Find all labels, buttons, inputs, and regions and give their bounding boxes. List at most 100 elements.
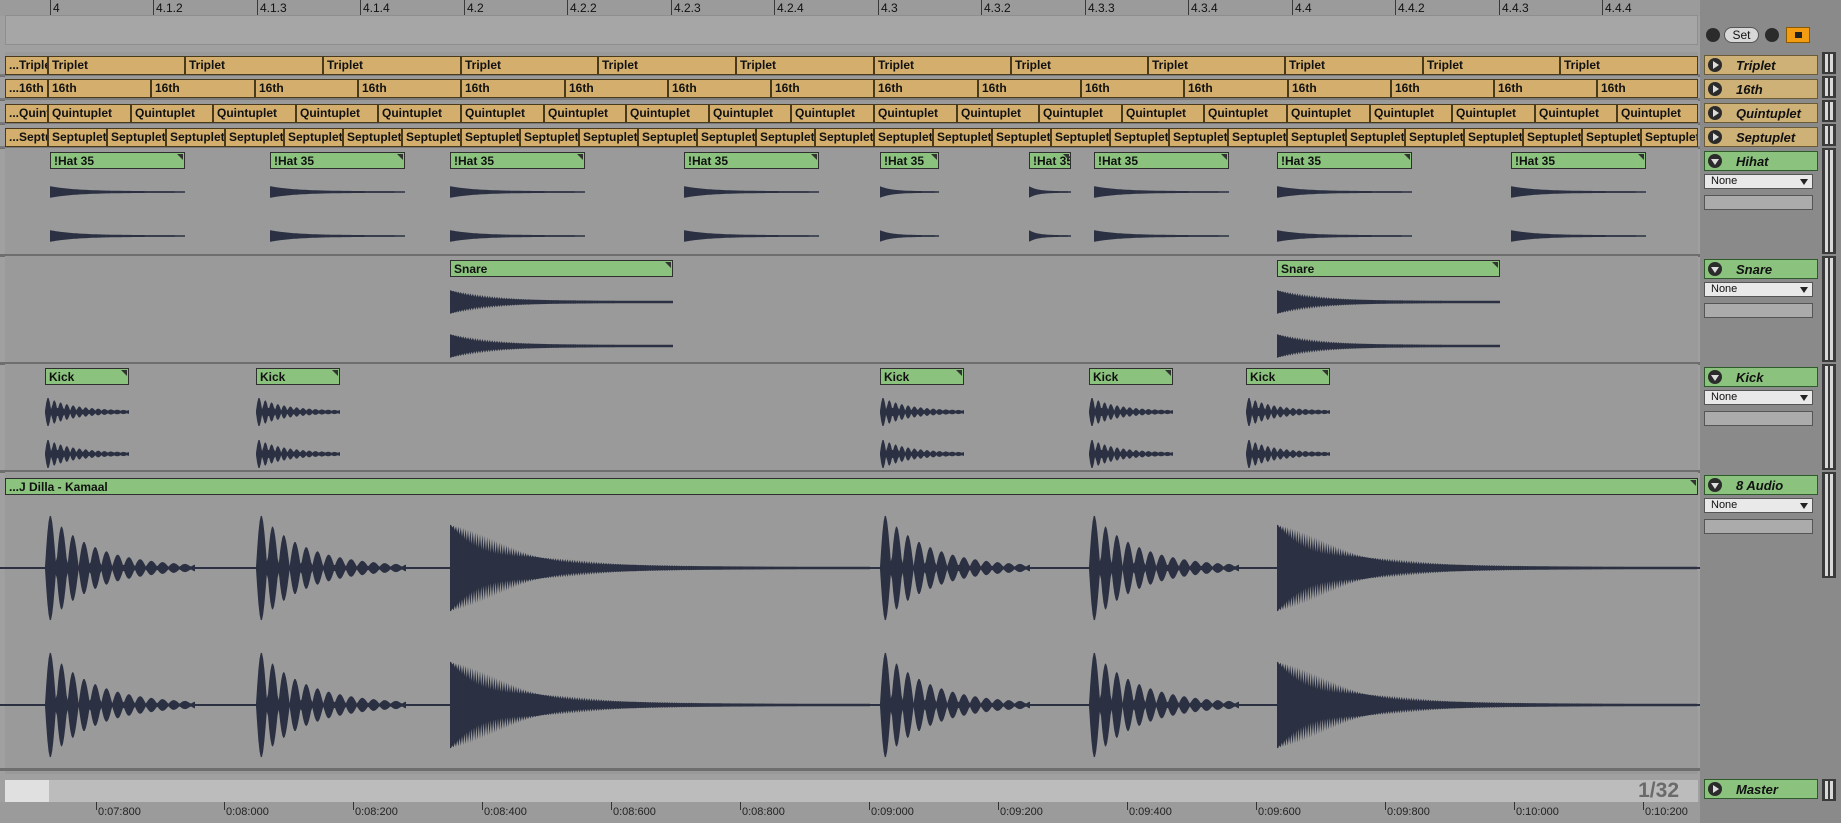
midi-clip[interactable]: 16th: [874, 79, 978, 98]
midi-clip[interactable]: Quintuplet: [378, 104, 461, 123]
midi-clip[interactable]: Septuplet: [697, 128, 756, 147]
hihat-clip[interactable]: !Hat 35: [50, 152, 185, 169]
midi-clip[interactable]: Quintuplet: [1452, 104, 1535, 123]
midi-clip[interactable]: Septuplet: [1051, 128, 1110, 147]
midi-clip[interactable]: Septuplet: [874, 128, 933, 147]
midi-clip[interactable]: 16th: [1081, 79, 1184, 98]
midi-clip[interactable]: Septuplet: [1169, 128, 1228, 147]
hihat-clip[interactable]: !Hat 35: [684, 152, 819, 169]
beat-ruler[interactable]: 4 4.1.2 4.1.3 4.1.4 4.2 4.2.2 4.2.3 4.2.4 4.3 4.3…: [0, 0, 1700, 16]
expand-icon[interactable]: [1708, 58, 1722, 72]
midi-clip[interactable]: Septuplet: [638, 128, 697, 147]
overview-bar[interactable]: [5, 780, 1698, 802]
midi-clip[interactable]: Triplet: [461, 56, 598, 75]
input-select[interactable]: None: [1704, 390, 1813, 405]
midi-clip[interactable]: 16th: [565, 79, 668, 98]
midi-clip[interactable]: Quintuplet: [1039, 104, 1122, 123]
midi-clip[interactable]: Triplet: [1011, 56, 1148, 75]
midi-clip[interactable]: Septuplet: [402, 128, 461, 147]
expand-icon[interactable]: [1708, 478, 1722, 492]
prev-locator-icon[interactable]: [1706, 28, 1720, 42]
midi-clip[interactable]: Septuplet: [1464, 128, 1523, 147]
midi-clip[interactable]: Triplet: [185, 56, 323, 75]
hihat-clip[interactable]: !Hat 35: [270, 152, 405, 169]
set-locator-button[interactable]: Set: [1724, 27, 1759, 43]
track-header-kick[interactable]: Kick: [1704, 367, 1818, 387]
overview-loop[interactable]: [5, 780, 49, 802]
hihat-clip[interactable]: !Hat 35: [880, 152, 939, 169]
expand-icon[interactable]: [1708, 82, 1722, 96]
expand-icon[interactable]: [1708, 130, 1722, 144]
scrub-area[interactable]: [5, 15, 1698, 45]
expand-icon[interactable]: [1708, 370, 1722, 384]
midi-clip[interactable]: 16th: [668, 79, 771, 98]
kick-clip[interactable]: Kick: [45, 368, 129, 385]
midi-clip[interactable]: Septuplet: [1405, 128, 1464, 147]
midi-clip[interactable]: 16th: [151, 79, 255, 98]
next-locator-icon[interactable]: [1765, 28, 1779, 42]
midi-clip[interactable]: Triplet: [1285, 56, 1423, 75]
input-channel-box[interactable]: [1704, 519, 1813, 534]
midi-clip[interactable]: Septuplet: [815, 128, 874, 147]
midi-clip[interactable]: Septuplet: [1641, 128, 1698, 147]
hihat-clip[interactable]: !Hat 35: [1511, 152, 1646, 169]
kick-clip[interactable]: Kick: [1089, 368, 1173, 385]
midi-clip[interactable]: Quintuplet: [626, 104, 709, 123]
snare-clip[interactable]: Snare: [1277, 260, 1500, 277]
midi-clip[interactable]: Triplet: [48, 56, 185, 75]
expand-icon[interactable]: [1708, 106, 1722, 120]
midi-clip[interactable]: Septuplet: [756, 128, 815, 147]
midi-clip[interactable]: ...16th: [5, 79, 48, 98]
input-select[interactable]: None: [1704, 174, 1813, 189]
track-header-septuplet[interactable]: Septuplet: [1704, 127, 1818, 147]
midi-clip[interactable]: Septuplet: [1228, 128, 1287, 147]
snare-clip[interactable]: Snare: [450, 260, 673, 277]
midi-clip[interactable]: Quintuplet: [461, 104, 544, 123]
midi-clip[interactable]: 16th: [978, 79, 1081, 98]
input-channel-box[interactable]: [1704, 411, 1813, 426]
midi-clip[interactable]: Septuplet: [1287, 128, 1346, 147]
track-header-triplet[interactable]: Triplet: [1704, 55, 1818, 75]
track-header-8-audio[interactable]: 8 Audio: [1704, 475, 1818, 495]
midi-clip[interactable]: Septuplet: [579, 128, 638, 147]
midi-clip[interactable]: Quintuplet: [1370, 104, 1452, 123]
midi-clip[interactable]: 16th: [1288, 79, 1391, 98]
kick-clip[interactable]: Kick: [256, 368, 340, 385]
midi-clip[interactable]: 16th: [461, 79, 565, 98]
input-select[interactable]: None: [1704, 498, 1813, 513]
midi-clip[interactable]: ...Quintuplet: [5, 104, 48, 123]
audio-clip[interactable]: ...J Dilla - Kamaal: [5, 478, 1698, 495]
midi-clip[interactable]: 16th: [48, 79, 151, 98]
input-channel-box[interactable]: [1704, 195, 1813, 210]
midi-clip[interactable]: Septuplet: [343, 128, 402, 147]
midi-clip[interactable]: Quintuplet: [1204, 104, 1287, 123]
midi-clip[interactable]: Triplet: [1560, 56, 1698, 75]
midi-clip[interactable]: Septuplet: [48, 128, 107, 147]
lock-icon[interactable]: [1786, 27, 1810, 43]
midi-clip[interactable]: Septuplet: [520, 128, 579, 147]
midi-clip[interactable]: ...Triplet: [5, 56, 48, 75]
midi-clip[interactable]: Triplet: [874, 56, 1011, 75]
input-channel-box[interactable]: [1704, 303, 1813, 318]
midi-clip[interactable]: Quintuplet: [709, 104, 791, 123]
track-header-16th[interactable]: 16th: [1704, 79, 1818, 99]
midi-clip[interactable]: Septuplet: [284, 128, 343, 147]
kick-clip[interactable]: Kick: [880, 368, 964, 385]
midi-clip[interactable]: Septuplet: [1346, 128, 1405, 147]
midi-clip[interactable]: Septuplet: [166, 128, 225, 147]
hihat-clip[interactable]: !Hat 35: [1094, 152, 1229, 169]
midi-clip[interactable]: Septuplet: [992, 128, 1051, 147]
midi-clip[interactable]: Septuplet: [1582, 128, 1641, 147]
midi-clip[interactable]: Quintuplet: [213, 104, 296, 123]
midi-clip[interactable]: Quintuplet: [1122, 104, 1204, 123]
midi-clip[interactable]: Triplet: [736, 56, 874, 75]
midi-clip[interactable]: Septuplet: [933, 128, 992, 147]
midi-clip[interactable]: Septuplet: [107, 128, 166, 147]
hihat-clip[interactable]: !Hat 35: [450, 152, 585, 169]
midi-clip[interactable]: Quintuplet: [1535, 104, 1617, 123]
track-header-quintuplet[interactable]: Quintuplet: [1704, 103, 1818, 123]
track-header-master[interactable]: Master: [1704, 779, 1818, 799]
midi-clip[interactable]: 16th: [1184, 79, 1288, 98]
midi-clip[interactable]: Quintuplet: [1287, 104, 1370, 123]
track-header-snare[interactable]: Snare: [1704, 259, 1818, 279]
